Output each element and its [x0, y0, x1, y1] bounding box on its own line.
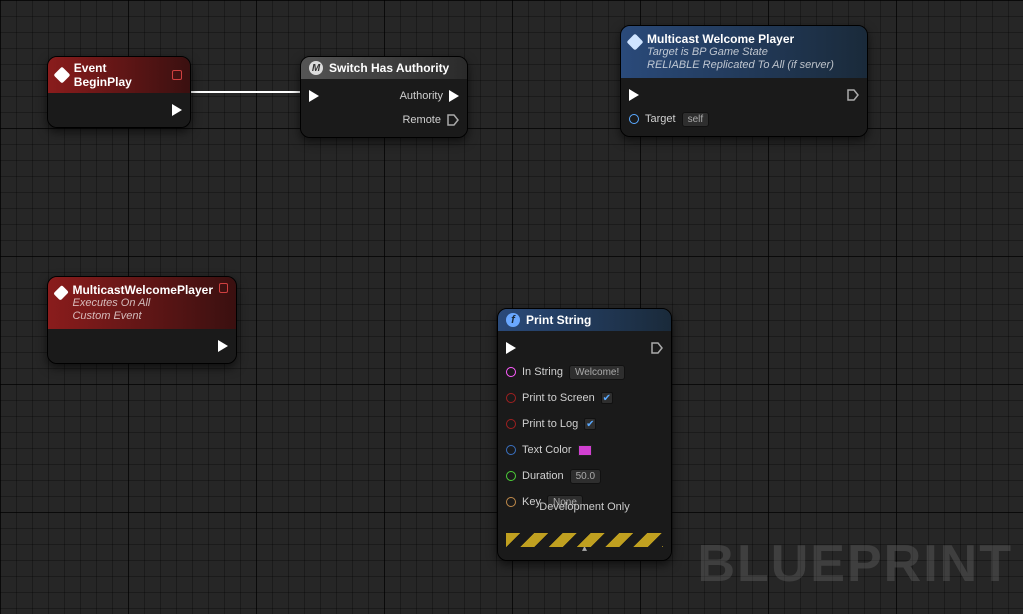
target-value[interactable]: self — [682, 112, 710, 127]
macro-icon: M — [309, 61, 323, 75]
print-log-checkbox[interactable]: ✔ — [584, 418, 596, 430]
node-subtitle-2: RELIABLE Replicated To All (if server) — [647, 59, 834, 72]
exec-in-pin[interactable] — [506, 342, 516, 354]
pin-label-target: Target — [645, 113, 676, 125]
node-title: Multicast Welcome Player — [647, 32, 834, 46]
node-title: MulticastWelcomePlayer — [72, 283, 213, 297]
node-header: f Print String — [498, 309, 671, 331]
text-color-pin[interactable] — [506, 445, 516, 455]
node-header: Multicast Welcome Player Target is BP Ga… — [621, 26, 867, 78]
pin-label-duration: Duration — [522, 470, 564, 482]
node-title: Print String — [526, 313, 591, 327]
node-print-string[interactable]: f Print String In String Welcome! — [497, 308, 672, 561]
exec-out-pin[interactable] — [218, 340, 228, 352]
in-string-pin[interactable] — [506, 367, 516, 377]
node-event-begin-play[interactable]: Event BeginPlay — [47, 56, 191, 128]
node-title: Switch Has Authority — [329, 61, 449, 75]
exec-out-pin[interactable] — [847, 89, 859, 101]
node-body: Target self — [621, 78, 867, 136]
node-subtitle-1: Executes On All — [72, 297, 213, 310]
node-multicast-welcome-player-call[interactable]: Multicast Welcome Player Target is BP Ga… — [620, 25, 868, 137]
node-body: Authority Remote — [301, 79, 467, 137]
in-string-value[interactable]: Welcome! — [569, 365, 625, 380]
node-subtitle-2: Custom Event — [72, 310, 213, 323]
node-body — [48, 329, 236, 363]
pin-label-print-log: Print to Log — [522, 418, 578, 430]
pin-label-authority: Authority — [400, 90, 443, 102]
exec-out-remote[interactable] — [447, 114, 459, 126]
duration-value[interactable]: 50.0 — [570, 469, 601, 484]
pin-label-remote: Remote — [402, 114, 441, 126]
target-pin[interactable] — [629, 114, 639, 124]
pin-label-text-color: Text Color — [522, 444, 572, 456]
node-header: MulticastWelcomePlayer Executes On All C… — [48, 277, 236, 329]
exec-out-pin[interactable] — [172, 104, 182, 116]
exec-out-pin[interactable] — [651, 342, 663, 354]
node-switch-has-authority[interactable]: M Switch Has Authority Authority Remote — [300, 56, 468, 138]
print-screen-pin[interactable] — [506, 393, 516, 403]
pin-label-print-screen: Print to Screen — [522, 392, 595, 404]
node-multicast-welcome-player-event[interactable]: MulticastWelcomePlayer Executes On All C… — [47, 276, 237, 364]
print-screen-checkbox[interactable]: ✔ — [601, 392, 613, 404]
function-icon: f — [506, 313, 520, 327]
blueprint-watermark: BLUEPRINT — [697, 534, 1013, 594]
node-header: M Switch Has Authority — [301, 57, 467, 79]
pin-label-in-string: In String — [522, 366, 563, 378]
event-icon — [53, 67, 70, 84]
delegate-pin[interactable] — [172, 70, 182, 80]
node-body — [48, 93, 190, 127]
node-subtitle-1: Target is BP Game State — [647, 46, 834, 59]
print-log-pin[interactable] — [506, 419, 516, 429]
node-body: In String Welcome! Print to Screen ✔ Pri… — [498, 331, 671, 560]
exec-out-authority[interactable] — [449, 90, 459, 102]
duration-pin[interactable] — [506, 471, 516, 481]
event-icon — [53, 285, 69, 301]
function-icon — [627, 34, 644, 51]
development-only-label: Development Only — [506, 501, 663, 513]
hazard-stripe — [506, 533, 663, 547]
delegate-pin[interactable] — [219, 283, 228, 293]
exec-in-pin[interactable] — [629, 89, 639, 101]
text-color-swatch[interactable] — [578, 445, 592, 456]
exec-in-pin[interactable] — [309, 90, 319, 102]
node-header: Event BeginPlay — [48, 57, 190, 93]
node-title: Event BeginPlay — [74, 61, 166, 89]
